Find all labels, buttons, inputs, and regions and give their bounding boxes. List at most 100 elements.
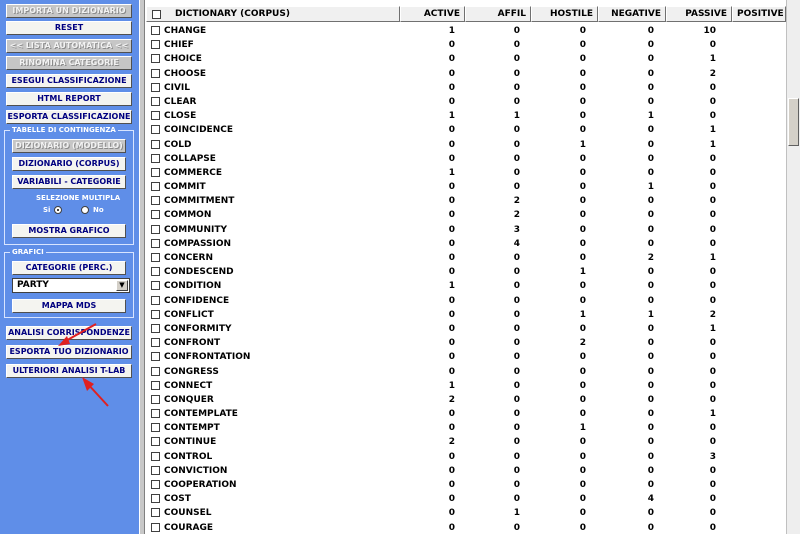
table-row[interactable]: CONFORMITY 0 0 0 0 1 [146, 322, 786, 336]
rename-categories-button[interactable]: RINOMINA CATEGORIE [6, 56, 132, 70]
row-checkbox[interactable] [151, 139, 160, 149]
row-checkbox[interactable] [151, 224, 160, 234]
row-checkbox[interactable] [151, 96, 160, 106]
row-checkbox[interactable] [151, 366, 160, 376]
table-row[interactable]: CONDITION 1 0 0 0 0 [146, 279, 786, 293]
table-row[interactable]: COOPERATION 0 0 0 0 0 [146, 478, 786, 492]
dictionary-corpus-button[interactable]: DIZIONARIO (CORPUS) [12, 157, 126, 171]
row-checkbox[interactable] [151, 465, 160, 475]
vertical-scrollbar[interactable] [786, 0, 800, 534]
table-row[interactable]: CONNECT 1 0 0 0 0 [146, 379, 786, 393]
header-affil[interactable]: AFFIL [465, 6, 531, 22]
table-row[interactable]: COMMUNITY 0 3 0 0 0 [146, 223, 786, 237]
row-checkbox[interactable] [151, 111, 160, 121]
row-checkbox[interactable] [151, 295, 160, 305]
table-row[interactable]: CONGRESS 0 0 0 0 0 [146, 365, 786, 379]
row-checkbox[interactable] [151, 437, 160, 447]
reset-button[interactable]: RESET [6, 21, 132, 35]
table-row[interactable]: CONDESCEND 0 0 1 0 0 [146, 265, 786, 279]
row-checkbox[interactable] [151, 238, 160, 248]
row-checkbox[interactable] [151, 54, 160, 64]
further-analysis-button[interactable]: ULTERIORI ANALISI T-LAB [6, 364, 132, 378]
header-passive[interactable]: PASSIVE [666, 6, 732, 22]
row-checkbox[interactable] [151, 380, 160, 390]
chevron-down-icon[interactable]: ▼ [116, 280, 128, 291]
variable-select[interactable]: PARTY ▼ [12, 278, 130, 293]
table-row[interactable]: CLOSE 1 1 0 1 0 [146, 109, 786, 123]
no-radio[interactable] [81, 206, 89, 214]
scrollbar-thumb[interactable] [788, 98, 799, 146]
header-dictionary-corpus[interactable]: DICTIONARY (CORPUS) [146, 6, 400, 22]
row-checkbox[interactable] [151, 167, 160, 177]
table-row[interactable]: CONCERN 0 0 0 2 1 [146, 251, 786, 265]
table-row[interactable]: COMMON 0 2 0 0 0 [146, 208, 786, 222]
table-row[interactable]: CONVICTION 0 0 0 0 0 [146, 464, 786, 478]
row-checkbox[interactable] [151, 196, 160, 206]
table-row[interactable]: CONTINUE 2 0 0 0 0 [146, 435, 786, 449]
table-row[interactable]: CONTROL 0 0 0 0 3 [146, 450, 786, 464]
import-dictionary-button[interactable]: IMPORTA UN DIZIONARIO [6, 4, 132, 18]
table-row[interactable]: COUNSEL 0 1 0 0 0 [146, 506, 786, 520]
table-row[interactable]: CHOOSE 0 0 0 0 2 [146, 67, 786, 81]
header-negative[interactable]: NEGATIVE [598, 6, 666, 22]
table-row[interactable]: CONFRONT 0 0 2 0 0 [146, 336, 786, 350]
row-checkbox[interactable] [151, 508, 160, 518]
row-checkbox[interactable] [151, 409, 160, 419]
automatic-list-button[interactable]: << LISTA AUTOMATICA << [6, 39, 132, 53]
row-checkbox[interactable] [151, 153, 160, 163]
table-row[interactable]: CHOICE 0 0 0 0 1 [146, 52, 786, 66]
table-row[interactable]: CHANGE 1 0 0 0 10 [146, 24, 786, 38]
table-row[interactable]: COURAGE 0 0 0 0 0 [146, 521, 786, 534]
table-row[interactable]: CHIEF 0 0 0 0 0 [146, 38, 786, 52]
dictionary-model-button[interactable]: DIZIONARIO (MODELLO) [12, 139, 126, 153]
row-checkbox[interactable] [151, 352, 160, 362]
table-row[interactable]: COMMITMENT 0 2 0 0 0 [146, 194, 786, 208]
table-row[interactable]: CONTEMPT 0 0 1 0 0 [146, 421, 786, 435]
table-row[interactable]: COLLAPSE 0 0 0 0 0 [146, 152, 786, 166]
row-checkbox[interactable] [151, 394, 160, 404]
table-row[interactable]: CONFRONTATION 0 0 0 0 0 [146, 350, 786, 364]
export-classification-button[interactable]: ESPORTA CLASSIFICAZIONE [6, 110, 132, 124]
mds-map-button[interactable]: MAPPA MDS [12, 299, 126, 313]
row-checkbox[interactable] [151, 68, 160, 78]
categories-perc-button[interactable]: CATEGORIE (PERC.) [12, 261, 126, 275]
row-checkbox[interactable] [151, 338, 160, 348]
table-row[interactable]: COMMERCE 1 0 0 0 0 [146, 166, 786, 180]
table-row[interactable]: COMMIT 0 0 0 1 0 [146, 180, 786, 194]
show-chart-button[interactable]: MOSTRA GRAFICO [12, 224, 126, 238]
table-row[interactable]: CONQUER 2 0 0 0 0 [146, 393, 786, 407]
run-classification-button[interactable]: ESEGUI CLASSIFICAZIONE [6, 74, 132, 88]
row-checkbox[interactable] [151, 210, 160, 220]
row-checkbox[interactable] [151, 125, 160, 135]
table-row[interactable]: CONFLICT 0 0 1 1 2 [146, 308, 786, 322]
table-row[interactable]: CIVIL 0 0 0 0 0 [146, 81, 786, 95]
header-active[interactable]: ACTIVE [400, 6, 465, 22]
row-checkbox[interactable] [151, 494, 160, 504]
table-row[interactable]: COINCIDENCE 0 0 0 0 1 [146, 123, 786, 137]
row-checkbox[interactable] [151, 281, 160, 291]
correspondence-analysis-button[interactable]: ANALISI CORRISPONDENZE [6, 326, 132, 340]
row-checkbox[interactable] [151, 40, 160, 50]
row-checkbox[interactable] [151, 451, 160, 461]
row-checkbox[interactable] [151, 82, 160, 92]
row-checkbox[interactable] [151, 253, 160, 262]
header-positive[interactable]: POSITIVE [732, 6, 786, 22]
row-checkbox[interactable] [151, 423, 160, 433]
variables-categories-button[interactable]: VARIABILI - CATEGORIE [12, 175, 126, 189]
table-row[interactable]: CONFIDENCE 0 0 0 0 0 [146, 294, 786, 308]
row-checkbox[interactable] [151, 309, 160, 319]
row-checkbox[interactable] [151, 480, 160, 489]
table-row[interactable]: CLEAR 0 0 0 0 0 [146, 95, 786, 109]
table-row[interactable]: CONTEMPLATE 0 0 0 0 1 [146, 407, 786, 421]
row-checkbox[interactable] [151, 267, 160, 277]
row-checkbox[interactable] [151, 182, 160, 192]
header-hostile[interactable]: HOSTILE [531, 6, 598, 22]
table-row[interactable]: COLD 0 0 1 0 1 [146, 138, 786, 152]
table-row[interactable]: COMPASSION 0 4 0 0 0 [146, 237, 786, 251]
row-checkbox[interactable] [151, 323, 160, 333]
html-report-button[interactable]: HTML REPORT [6, 92, 132, 106]
export-dictionary-button[interactable]: ESPORTA TUO DIZIONARIO [6, 345, 132, 359]
table-row[interactable]: COST 0 0 0 4 0 [146, 492, 786, 506]
row-checkbox[interactable] [151, 522, 160, 532]
row-checkbox[interactable] [151, 26, 160, 35]
